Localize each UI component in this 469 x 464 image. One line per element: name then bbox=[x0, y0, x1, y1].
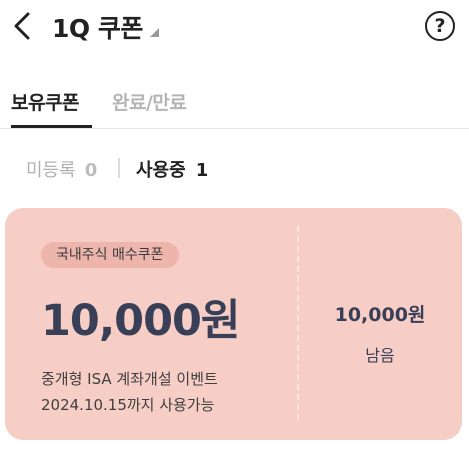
app-header: 1Q 쿠폰 ? bbox=[0, 0, 469, 56]
coupon-description: 중개형 ISA 계좌개설 이벤트 bbox=[41, 370, 218, 388]
back-arrow-icon[interactable] bbox=[10, 10, 34, 42]
filter-unregistered-count: 0 bbox=[84, 160, 98, 181]
remaining-label: 남음 bbox=[365, 346, 395, 365]
filter-in-use[interactable]: 사용중 1 bbox=[136, 156, 208, 182]
filter-in-use-count: 1 bbox=[195, 160, 209, 181]
coupon-card[interactable]: 국내주식 매수쿠폰 10,000원 중개형 ISA 계좌개설 이벤트 2024.… bbox=[5, 208, 462, 440]
coupon-tabs: 보유쿠폰 완료/만료 bbox=[0, 86, 469, 129]
coupon-description-block: 중개형 ISA 계좌개설 이벤트 2024.10.15까지 사용가능 bbox=[41, 366, 218, 418]
help-icon[interactable]: ? bbox=[425, 11, 455, 41]
coupon-type-badge: 국내주식 매수쿠폰 bbox=[41, 242, 179, 268]
title-dropdown-caret-icon[interactable] bbox=[150, 28, 159, 37]
coupon-validity: 2024.10.15까지 사용가능 bbox=[41, 396, 215, 414]
page-title: 1Q 쿠폰 bbox=[52, 14, 143, 43]
tab-completed-expired[interactable]: 완료/만료 bbox=[112, 88, 187, 115]
coupon-amount: 10,000원 bbox=[41, 296, 240, 346]
remaining-amount: 10,000원 bbox=[334, 304, 426, 326]
tab-owned-coupons[interactable]: 보유쿠폰 bbox=[11, 88, 79, 115]
filter-unregistered-label: 미등록 bbox=[26, 160, 76, 181]
filter-divider bbox=[118, 158, 120, 178]
filter-unregistered[interactable]: 미등록 0 bbox=[26, 156, 97, 182]
active-tab-underline bbox=[11, 125, 92, 128]
filter-in-use-label: 사용중 bbox=[136, 160, 186, 181]
